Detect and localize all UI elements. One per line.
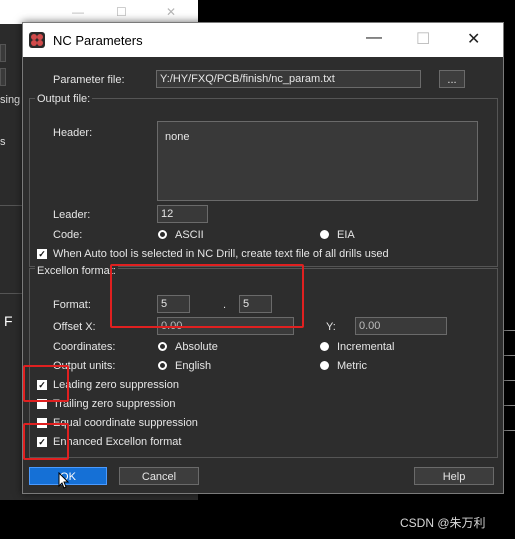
leading-zero-label: Leading zero suppression bbox=[53, 379, 179, 391]
bg-minimize-icon: — bbox=[72, 5, 84, 19]
format-highlight-box bbox=[110, 264, 304, 328]
leading-zero-highlight-box bbox=[23, 365, 69, 402]
bg-maximize-icon: ☐ bbox=[116, 5, 127, 19]
offset-y-input[interactable]: 0.00 bbox=[355, 317, 447, 335]
bg-label: s bbox=[0, 136, 6, 148]
output-file-group-title: Output file: bbox=[35, 93, 93, 105]
mouse-cursor-icon bbox=[58, 472, 70, 489]
browse-button[interactable]: ... bbox=[439, 70, 465, 88]
parameter-file-input[interactable]: Y:/HY/FXQ/PCB/finish/nc_param.txt bbox=[156, 70, 421, 88]
equal-coordinate-label: Equal coordinate suppression bbox=[53, 417, 198, 429]
auto-tool-label: When Auto tool is selected in NC Drill, … bbox=[53, 248, 389, 260]
trailing-zero-label: Trailing zero suppression bbox=[53, 398, 176, 410]
parameter-file-label: Parameter file: bbox=[53, 74, 125, 86]
watermark: CSDN @朱万利 bbox=[400, 516, 486, 530]
bg-letter: F bbox=[4, 313, 13, 329]
header-label: Header: bbox=[53, 127, 93, 139]
offset-y-label: Y: bbox=[326, 321, 336, 333]
coordinates-incremental-label: Incremental bbox=[337, 341, 395, 353]
code-ascii-radio[interactable] bbox=[158, 230, 167, 239]
bg-field bbox=[0, 44, 6, 62]
bg-divider bbox=[0, 293, 22, 294]
excellon-format-group-title: Excellon format: bbox=[35, 265, 118, 277]
code-ascii-label: ASCII bbox=[175, 229, 204, 241]
code-eia-label: EIA bbox=[337, 229, 355, 241]
cancel-button[interactable]: Cancel bbox=[119, 467, 199, 485]
code-label: Code: bbox=[53, 229, 83, 241]
bg-field bbox=[0, 68, 6, 86]
enhanced-excellon-label: Enhanced Excellon format bbox=[53, 436, 182, 448]
auto-tool-checkbox[interactable]: ✓ bbox=[37, 249, 47, 259]
coordinates-absolute-label: Absolute bbox=[175, 341, 218, 353]
bg-label: sing bbox=[0, 94, 21, 106]
coordinates-absolute-radio[interactable] bbox=[158, 342, 167, 351]
help-button[interactable]: Help bbox=[414, 467, 494, 485]
maximize-icon[interactable]: ☐ bbox=[416, 29, 430, 49]
units-english-radio[interactable] bbox=[158, 361, 167, 370]
close-icon[interactable]: ✕ bbox=[467, 29, 480, 49]
units-metric-radio[interactable] bbox=[320, 361, 329, 370]
leader-input[interactable]: 12 bbox=[157, 205, 208, 223]
enhanced-excellon-highlight-box bbox=[23, 423, 69, 460]
bg-close-icon: ✕ bbox=[166, 5, 177, 19]
app-icon bbox=[29, 32, 45, 48]
format-label: Format: bbox=[53, 299, 91, 311]
units-english-label: English bbox=[175, 360, 212, 372]
header-textarea[interactable]: none bbox=[157, 121, 478, 201]
offset-x-label: Offset X: bbox=[53, 321, 96, 333]
nc-parameters-dialog: NC Parameters — ☐ ✕ Parameter file: Y:/H… bbox=[22, 22, 504, 494]
coordinates-incremental-radio[interactable] bbox=[320, 342, 329, 351]
leader-label: Leader: bbox=[53, 209, 91, 221]
units-metric-label: Metric bbox=[337, 360, 367, 372]
bg-divider bbox=[0, 205, 22, 206]
minimize-icon[interactable]: — bbox=[366, 29, 382, 47]
dialog-title: NC Parameters bbox=[53, 33, 143, 48]
dialog-titlebar: NC Parameters — ☐ ✕ bbox=[23, 23, 503, 57]
code-eia-radio[interactable] bbox=[320, 230, 329, 239]
coordinates-label: Coordinates: bbox=[53, 341, 116, 353]
